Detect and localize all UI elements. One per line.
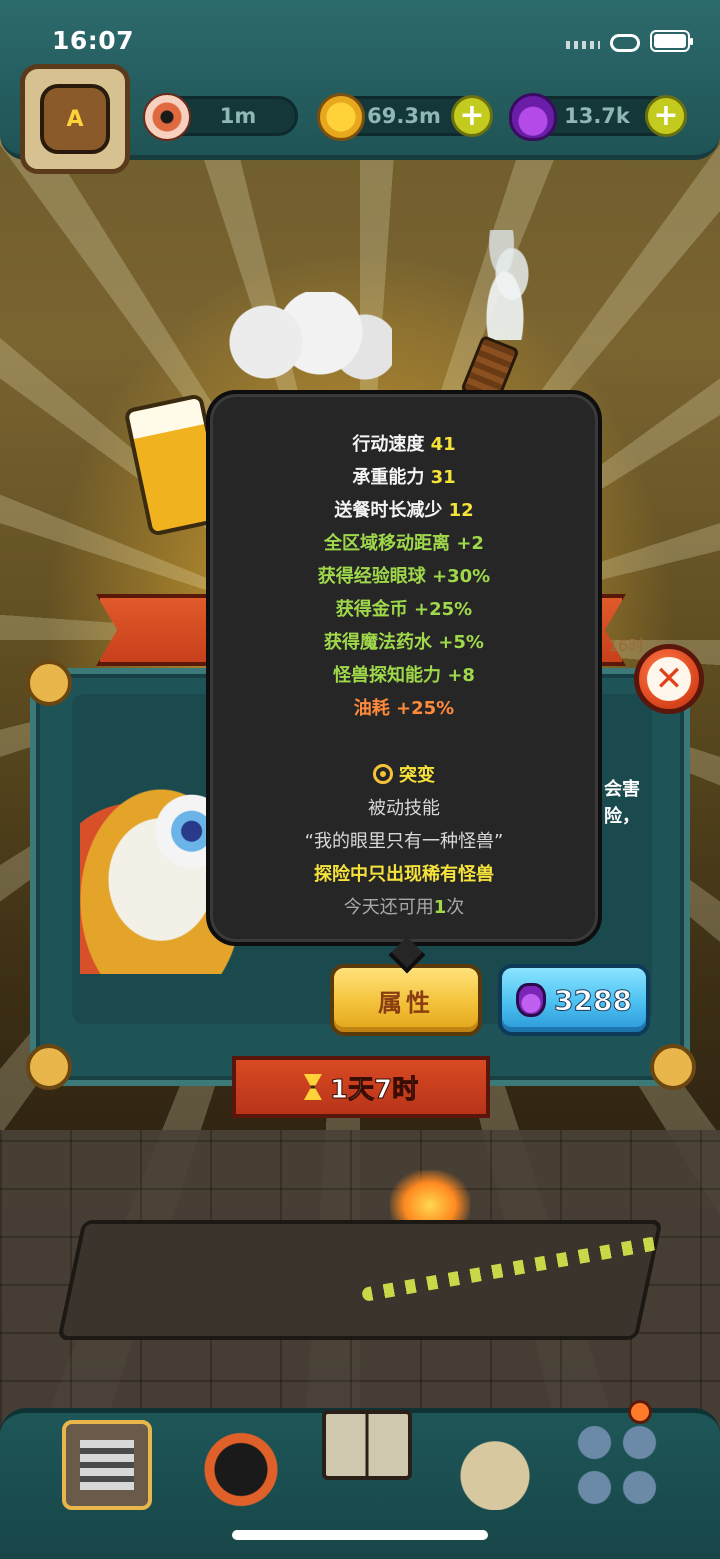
nav-bag-icon[interactable] [450,1420,540,1510]
panel-corner-ornament [26,1044,72,1090]
avatar-face-icon: A [40,84,110,154]
eye-icon [143,93,191,141]
bonus-potions: 获得魔法药水 +5% [324,632,484,653]
bonus-monster-detect: 怪兽探知能力 +8 [333,665,475,686]
potion-icon [516,983,547,1017]
status-icons [566,30,693,52]
ribbon-tag: 16时 [608,636,645,655]
stat-capacity: 承重能力 31 [352,467,456,488]
bonus-move-distance: 全区域移动距离 +2 [324,533,484,554]
resource-potions: 13.7k + [509,93,687,141]
cost-value: 3288 [554,983,633,1017]
resource-eyes: 1m [143,93,298,141]
panel-corner-ornament [26,660,72,706]
nav-shop-icon[interactable] [62,1420,152,1510]
status-time: 16:07 [52,26,135,55]
attributes-button[interactable]: 属性 [330,964,482,1036]
timer-banner: 1天7时 [232,1056,490,1118]
close-button[interactable]: ✕ [634,644,704,714]
stove-fire [390,1170,470,1220]
chef-hat-decoration [212,292,392,392]
bonus-coins: 获得金币 +25% [335,599,473,620]
penalty-fuel: 油耗 +25% [353,698,455,719]
player-avatar[interactable]: A [20,64,130,174]
add-potions-button[interactable]: + [645,95,687,137]
kitchen-table [57,1220,663,1340]
close-icon: ✕ [647,657,691,701]
skill-name: “我的眼里只有一种怪兽” [304,831,504,852]
home-indicator[interactable] [232,1530,488,1540]
smoke-decoration [470,230,540,340]
hourglass-icon [303,1074,322,1100]
add-coins-button[interactable]: + [451,95,493,137]
nav-menu-grid-icon[interactable] [572,1420,662,1510]
coin-icon [317,93,365,141]
stat-delivery-time: 送餐时长减少 12 [334,500,474,521]
panel-description-line: 会害 [604,779,640,800]
skill-type: 被动技能 [368,798,440,819]
attributes-tooltip: 行动速度 41 承重能力 31 送餐时长减少 12 全区域移动距离 +2 获得经… [206,390,602,946]
skill-uses: 今天还可用1次 [343,897,465,918]
notification-dot [628,1400,652,1424]
mutation-icon [373,764,393,784]
battery-icon [650,30,693,52]
mutation-title: 突变 [210,761,598,787]
resource-coins: 69.3m + [317,93,493,141]
upgrade-cost-button[interactable]: 3288 [498,964,650,1036]
potion-icon [509,93,557,141]
skill-effect: 探险中只出现稀有怪兽 [314,864,494,885]
signal-icon [566,41,600,49]
stat-speed: 行动速度 41 [352,434,456,455]
timer-text: 1天7时 [329,1074,419,1105]
nav-monster-icon[interactable] [196,1420,286,1510]
link-icon [610,34,640,52]
bonus-exp-eyes: 获得经验眼球 +30% [317,566,491,587]
nav-book-icon[interactable] [322,1410,412,1480]
panel-corner-ornament [650,1044,696,1090]
panel-description: 会害 险， [604,776,640,830]
panel-description-line: 险， [604,806,640,827]
